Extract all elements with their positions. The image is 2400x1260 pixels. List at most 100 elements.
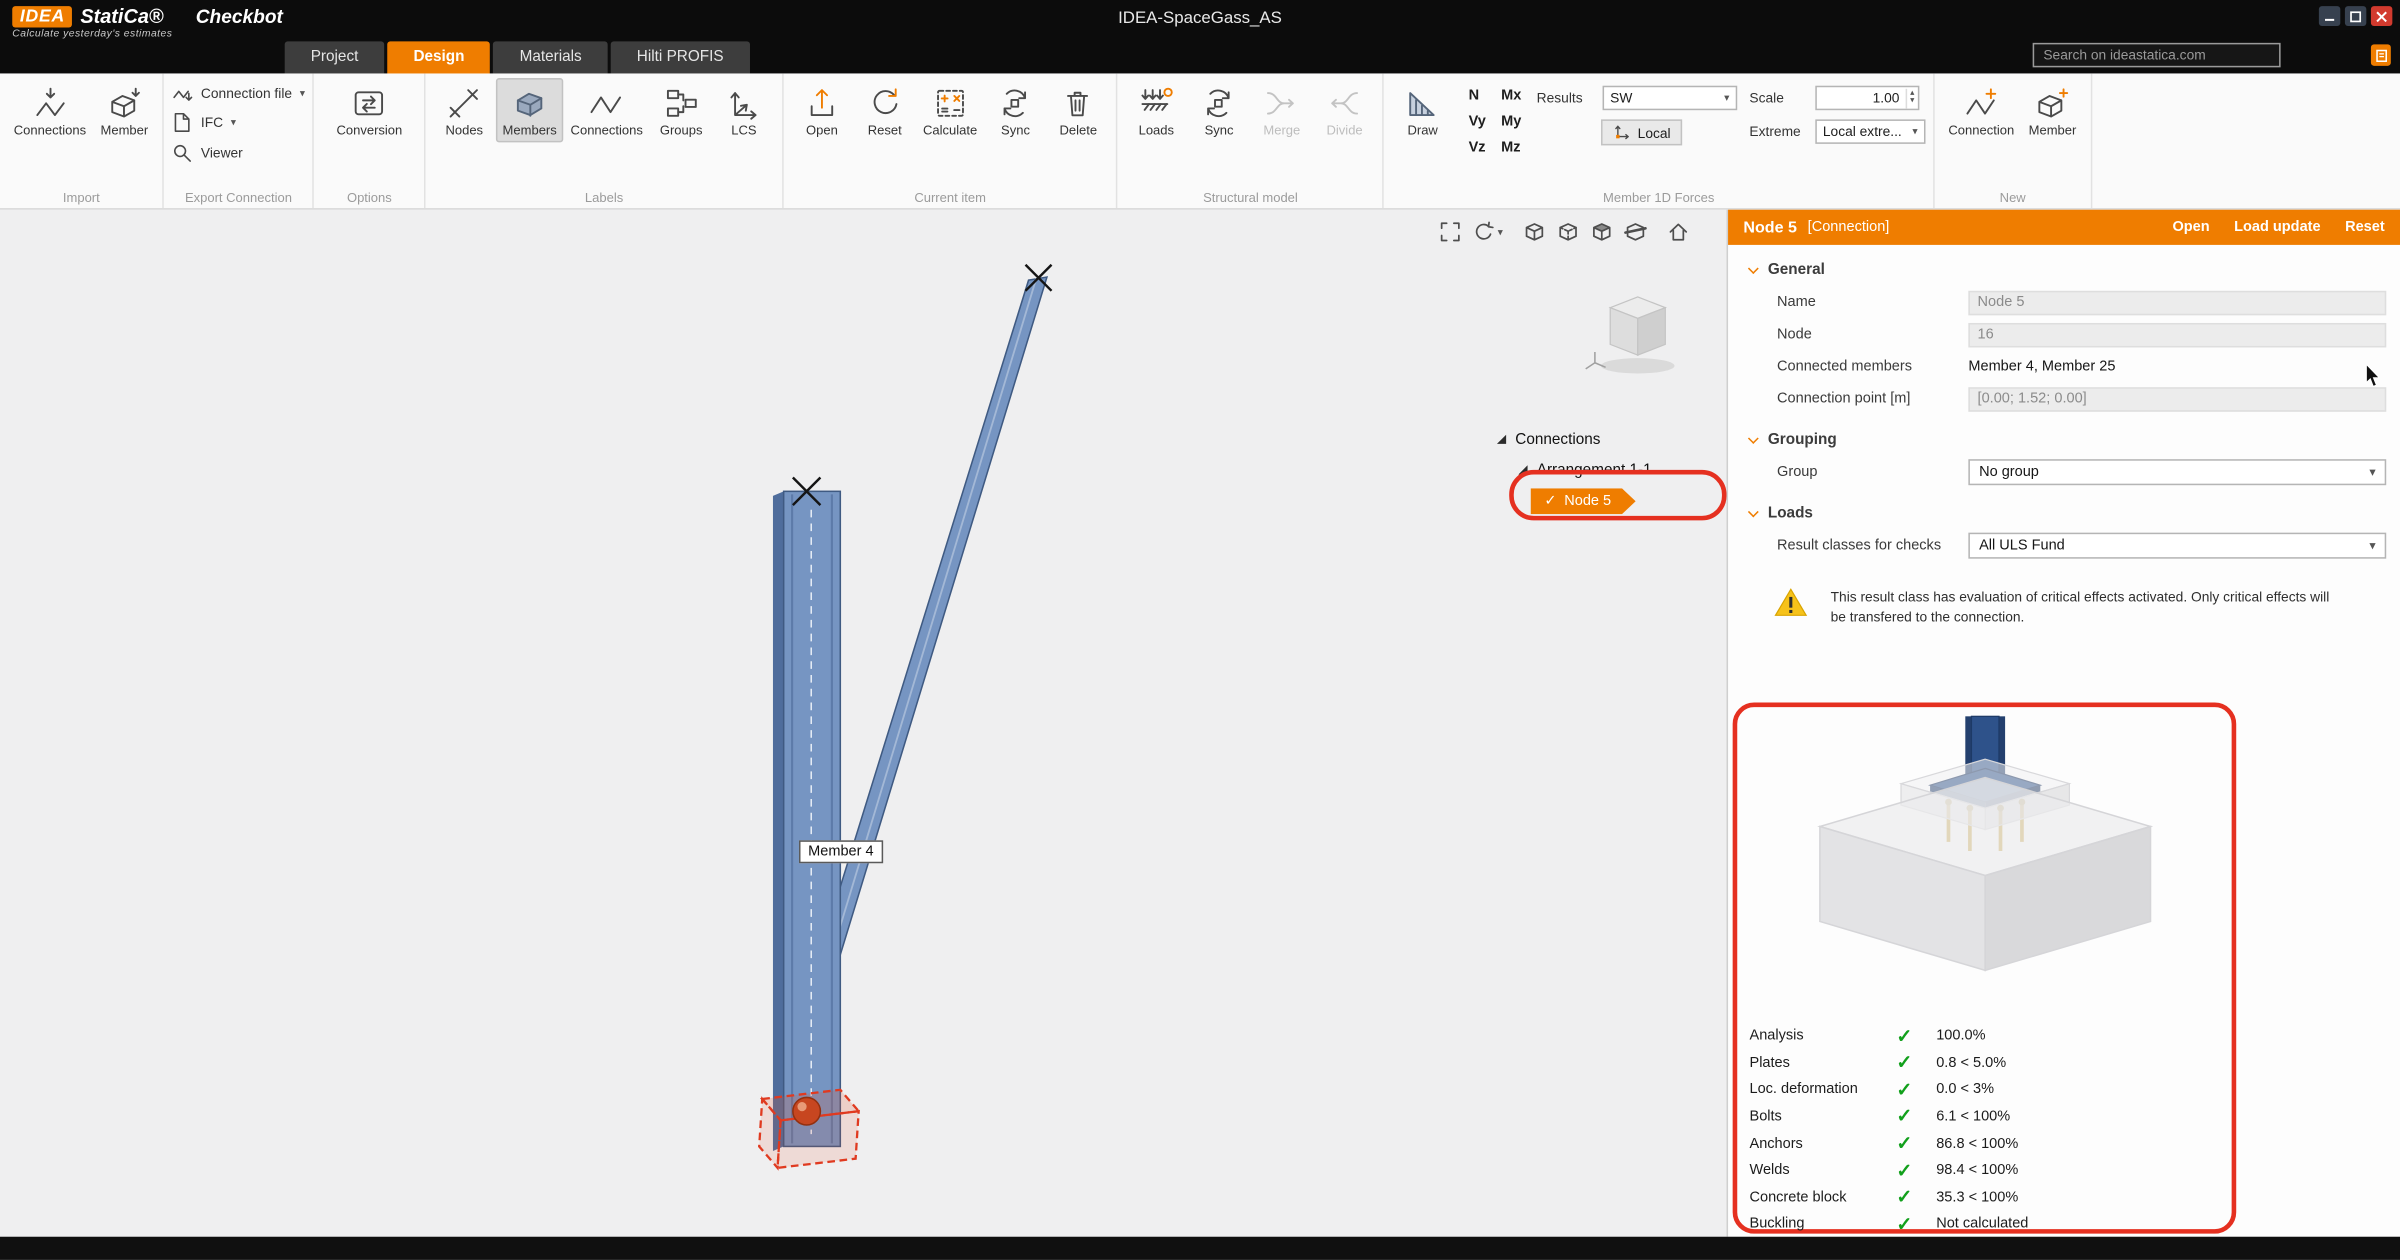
- reset-button[interactable]: Reset: [854, 78, 915, 143]
- result-classes-select[interactable]: All ULS Fund ▾: [1968, 533, 2386, 559]
- export-connection-file-button[interactable]: Connection file ▾: [172, 78, 305, 108]
- cube-shaded-icon: [1590, 220, 1613, 243]
- check-pass-icon: ✓: [1896, 1215, 1936, 1234]
- new-member-button[interactable]: Member: [2022, 78, 2083, 143]
- home-view-button[interactable]: [1667, 220, 1690, 243]
- annotation-results-box: Analysis ✓ 100.0% Plates ✓ 0.8 < 5.0% Lo…: [1733, 703, 2237, 1234]
- section-loads[interactable]: Loads: [1749, 505, 2400, 522]
- group-label-new: New: [1942, 187, 2083, 207]
- scale-stepper[interactable]: 1.00 ▴▾: [1815, 86, 1919, 110]
- draw-forces-button[interactable]: Draw: [1392, 78, 1453, 143]
- labels-members-button[interactable]: Members: [496, 78, 562, 143]
- stepper-arrows-icon[interactable]: ▴▾: [1906, 88, 1918, 108]
- check-row: Welds ✓ 98.4 < 100%: [1749, 1157, 2222, 1184]
- local-axes-button[interactable]: Local: [1601, 119, 1683, 145]
- close-button[interactable]: [2371, 6, 2392, 26]
- expander-icon[interactable]: [1518, 465, 1527, 474]
- tree-item-arrangement[interactable]: Arrangement 1-1: [1488, 455, 1721, 486]
- calculate-button[interactable]: Calculate: [917, 78, 983, 143]
- sync-icon: [997, 86, 1034, 121]
- import-member-button[interactable]: Member: [94, 78, 155, 143]
- tab-hilti-profis[interactable]: Hilti PROFIS: [611, 41, 750, 73]
- toggle-my[interactable]: My: [1501, 113, 1521, 130]
- toggle-n[interactable]: N: [1469, 87, 1486, 104]
- tab-materials[interactable]: Materials: [494, 41, 608, 73]
- member-label: Member 4: [799, 840, 883, 863]
- fit-view-icon: [1440, 220, 1463, 243]
- check-row: Bolts ✓ 6.1 < 100%: [1749, 1103, 2222, 1130]
- warning-icon: [1774, 588, 1808, 617]
- property-row: Connection point [m] [0.00; 1.52; 0.00]: [1728, 383, 2400, 415]
- rotate-view-button[interactable]: ▾: [1473, 220, 1503, 243]
- model-viewport[interactable]: Member 4 ▾: [0, 210, 1727, 1237]
- labels-nodes-button[interactable]: Nodes: [434, 78, 495, 143]
- connection-preview-image: [1755, 713, 2214, 1019]
- check-pass-icon: ✓: [1896, 1080, 1936, 1099]
- loads-button[interactable]: Loads: [1126, 78, 1187, 143]
- toggle-vz[interactable]: Vz: [1469, 139, 1486, 156]
- panel-reset-button[interactable]: Reset: [2345, 219, 2385, 236]
- property-row: Connected members Member 4, Member 25: [1728, 351, 2400, 383]
- property-row: Group No group ▾: [1728, 456, 2400, 488]
- group-label-current-item: Current item: [791, 187, 1109, 207]
- check-row: Concrete block ✓ 35.3 < 100%: [1749, 1184, 2222, 1211]
- chevron-down-icon: ▾: [1724, 92, 1729, 104]
- toggle-mx[interactable]: Mx: [1501, 87, 1521, 104]
- panel-subtitle: [Connection]: [1808, 219, 1890, 236]
- labels-groups-button[interactable]: Groups: [651, 78, 712, 143]
- results-select[interactable]: SW ▾: [1602, 86, 1737, 110]
- ribbon-group-member-forces: Draw N Vy Vz Mx My Mz Res: [1384, 73, 1934, 208]
- tab-project[interactable]: Project: [285, 41, 385, 73]
- delete-icon: [1060, 86, 1097, 121]
- clip-view-button[interactable]: [1624, 220, 1647, 243]
- connections-tree: Connections Arrangement 1-1 ✓ Node 5: [1488, 424, 1721, 514]
- labels-connections-button[interactable]: Connections: [564, 78, 649, 143]
- navigation-cube[interactable]: [1577, 286, 1693, 385]
- import-connections-button[interactable]: Connections: [8, 78, 93, 143]
- minimize-button[interactable]: [2319, 6, 2340, 26]
- panel-open-button[interactable]: Open: [2172, 219, 2209, 236]
- maximize-button[interactable]: [2345, 6, 2366, 26]
- property-row: Name Node 5: [1728, 286, 2400, 318]
- expander-icon[interactable]: [1497, 435, 1506, 444]
- panel-header: Node 5 [Connection] Open Load update Res…: [1728, 210, 2400, 245]
- sync-current-button[interactable]: Sync: [985, 78, 1046, 143]
- warning-message: This result class has evaluation of crit…: [1774, 588, 2379, 627]
- labels-lcs-button[interactable]: LCS: [713, 78, 774, 143]
- conversion-button[interactable]: Conversion: [330, 78, 408, 143]
- view-wireframe-button[interactable]: [1523, 220, 1546, 243]
- merge-button: Merge: [1251, 78, 1312, 143]
- new-connection-icon: [1963, 86, 2000, 121]
- ribbon-group-import: Connections Member Import: [0, 73, 164, 208]
- conversion-icon: [351, 86, 388, 121]
- collapse-chevron-icon: [1748, 506, 1759, 517]
- open-button[interactable]: Open: [791, 78, 852, 143]
- view-shaded-button[interactable]: [1590, 220, 1613, 243]
- sync-structural-button[interactable]: Sync: [1188, 78, 1249, 143]
- fit-view-button[interactable]: [1440, 220, 1463, 243]
- new-connection-button[interactable]: Connection: [1942, 78, 2020, 143]
- check-icon: ✓: [1544, 493, 1556, 510]
- extreme-select[interactable]: Local extre... ▾: [1815, 119, 1925, 143]
- section-grouping[interactable]: Grouping: [1749, 432, 2400, 449]
- import-connections-icon: [32, 86, 69, 121]
- chevron-down-icon: ▾: [1498, 226, 1503, 238]
- export-ifc-button[interactable]: IFC ▾: [172, 108, 236, 138]
- search-input[interactable]: [2033, 43, 2281, 67]
- properties-panel: Node 5 [Connection] Open Load update Res…: [1727, 210, 2400, 1237]
- group-select[interactable]: No group ▾: [1968, 459, 2386, 485]
- export-viewer-button[interactable]: Viewer: [172, 138, 243, 168]
- tab-design[interactable]: Design: [387, 41, 490, 73]
- view-hidden-lines-button[interactable]: [1557, 220, 1580, 243]
- toggle-vy[interactable]: Vy: [1469, 113, 1486, 130]
- notification-icon[interactable]: [2371, 44, 2391, 65]
- toggle-mz[interactable]: Mz: [1501, 139, 1521, 156]
- group-label-member-forces: Member 1D Forces: [1392, 187, 1925, 207]
- section-general[interactable]: General: [1749, 262, 2400, 279]
- panel-load-update-button[interactable]: Load update: [2234, 219, 2320, 236]
- tree-item-node5[interactable]: ✓ Node 5: [1531, 488, 1636, 514]
- home-icon: [1667, 220, 1690, 243]
- delete-button[interactable]: Delete: [1048, 78, 1109, 143]
- chevron-down-icon: ▾: [300, 87, 305, 99]
- tree-item-connections[interactable]: Connections: [1488, 424, 1721, 455]
